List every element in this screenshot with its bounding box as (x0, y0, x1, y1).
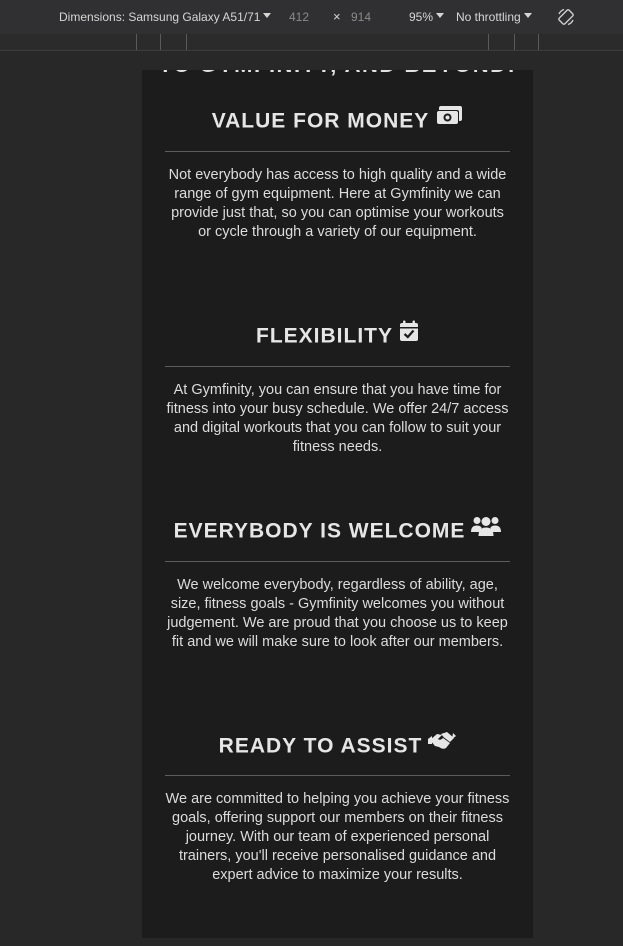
section-divider (165, 151, 510, 152)
chevron-down-icon (436, 13, 445, 19)
throttling-dropdown[interactable]: No throttling (456, 0, 532, 34)
section-title: EVERYBODY IS WELCOME (142, 515, 533, 546)
zoom-dropdown[interactable]: 95% (409, 0, 445, 34)
calendar-check-icon (399, 320, 419, 348)
section-title: VALUE FOR MONEY (142, 105, 533, 136)
chevron-down-icon (523, 13, 532, 19)
section-divider (165, 775, 510, 776)
zoom-label: 95% (409, 10, 434, 24)
section-divider (165, 366, 510, 367)
rotate-icon[interactable] (556, 7, 576, 27)
money-bill-icon (435, 105, 463, 133)
section-title-text: EVERYBODY IS WELCOME (173, 519, 466, 543)
section-title-text: FLEXIBILITY (256, 324, 393, 348)
device-dimensions-label: Dimensions: Samsung Galaxy A51/71 (59, 10, 261, 24)
section-title-text: VALUE FOR MONEY (211, 109, 430, 133)
section-body: We welcome everybody, regardless of abil… (167, 577, 508, 650)
section-title: FLEXIBILITY (142, 320, 533, 351)
section-title: READY TO ASSIST (142, 730, 533, 761)
chevron-down-icon (263, 13, 272, 19)
section-body: Not everybody has access to high quality… (168, 167, 507, 240)
handshake-icon (428, 730, 457, 758)
devtools-device-toolbar: Dimensions: Samsung Galaxy A51/71 412 × … (0, 0, 623, 34)
media-query-ruler (0, 34, 623, 51)
throttling-label: No throttling (456, 10, 521, 24)
section-divider (165, 561, 510, 562)
device-dimensions-dropdown[interactable]: Dimensions: Samsung Galaxy A51/71 (59, 0, 272, 34)
device-height-input[interactable]: 914 (351, 0, 371, 34)
device-width-input[interactable]: 412 (289, 0, 309, 34)
section-body: We are committed to helping you achieve … (165, 791, 510, 883)
section-body: At Gymfinity, you can ensure that you ha… (166, 382, 509, 455)
section-title-text: READY TO ASSIST (218, 734, 423, 758)
page-heading: TO GYMFINITY, AND BEYOND! (142, 70, 533, 78)
device-screen: TO GYMFINITY, AND BEYOND! VALUE FOR MONE… (142, 70, 533, 938)
users-icon (471, 515, 502, 543)
dimension-separator: × (333, 9, 341, 24)
